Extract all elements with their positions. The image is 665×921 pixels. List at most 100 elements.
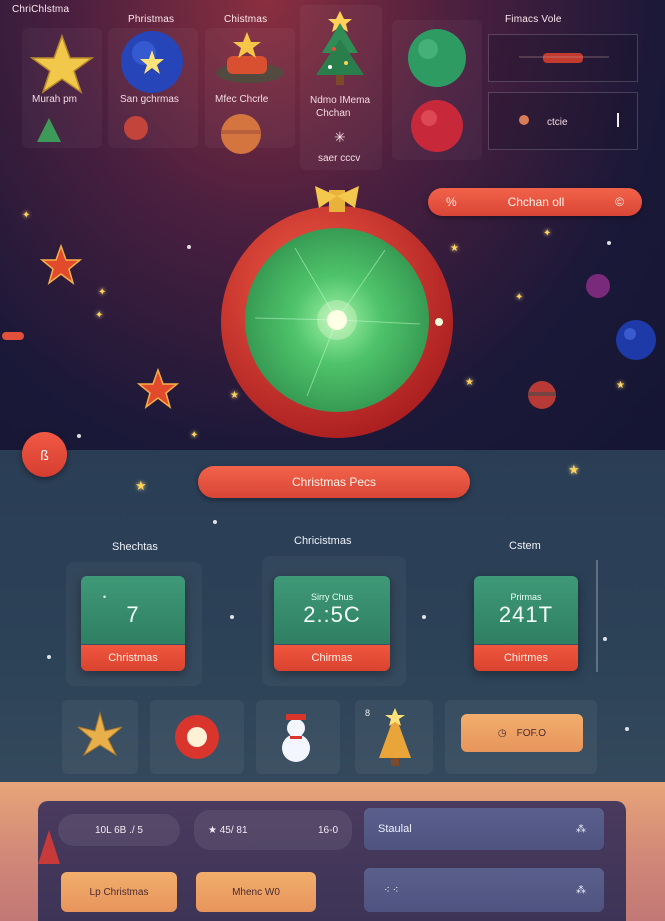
tile-tree-caption: saer cccv — [318, 153, 361, 164]
clock-icon: ◷ — [497, 727, 507, 739]
card-value: 2.:5C — [303, 602, 361, 627]
tab-phristmas[interactable]: Phristmas — [128, 14, 174, 25]
snow-dot — [607, 241, 611, 245]
divider — [617, 113, 619, 127]
snow-dot — [77, 434, 81, 438]
slot-action: ◷ FOF.O — [445, 700, 597, 774]
sleigh-icon — [216, 32, 284, 83]
section-left-title: Shechtas — [112, 541, 158, 553]
card-label: Chirtmes — [474, 645, 578, 671]
snow-dot — [625, 727, 629, 731]
tab-chistmas[interactable]: Chistmas — [224, 14, 267, 25]
rocket-icon — [2, 332, 24, 340]
card-value: 7 — [126, 602, 140, 627]
star-icon: ★ — [568, 462, 580, 477]
tile-sleigh-label: Mfec Chcrle — [215, 94, 269, 105]
christmas-button[interactable]: Lp Christmas — [61, 872, 177, 912]
slot-snowman[interactable] — [256, 700, 340, 774]
secondary-field[interactable]: ⁖ ⁖ ⁂ — [364, 868, 604, 912]
tile-planet[interactable]: San gchrmas — [108, 28, 198, 148]
sparkle-icon: ⁂ — [576, 884, 586, 896]
header-left-label: ChriChlstma — [12, 4, 70, 15]
card-small-text: Prirmas — [510, 592, 542, 602]
main-ornament[interactable] — [215, 168, 460, 448]
star-icon: ★ — [135, 478, 147, 493]
card-label: Christmas — [81, 645, 185, 671]
snow-dot — [603, 637, 607, 641]
red-ornament-icon — [528, 381, 556, 409]
stats-pill-1[interactable]: 10L 6B ./ 5 — [58, 814, 180, 846]
blue-ornament-icon — [616, 320, 656, 360]
star-icon: ✦ — [515, 292, 524, 303]
gold-snowflake-icon — [77, 711, 123, 757]
sparkle-icon: ⁂ — [576, 823, 586, 835]
status-field[interactable]: Staulal ⁂ — [364, 808, 604, 850]
slot-ornament[interactable] — [150, 700, 244, 774]
slot-tree[interactable]: 8 — [355, 700, 433, 774]
menu-circle-button[interactable]: ß — [22, 432, 67, 477]
stats-pill-2[interactable]: ★ 45/ 81 16-0 — [194, 810, 352, 850]
menu-glyph: ß — [40, 446, 49, 463]
snow-dot — [422, 615, 426, 619]
star-icon: ✦ — [543, 228, 552, 239]
fofo-button-label: FOF.O — [516, 727, 547, 739]
red-star-icon — [40, 244, 82, 285]
score-card-left[interactable]: • 7 Christmas — [81, 576, 185, 671]
right-panel-top — [488, 34, 638, 82]
ornament-balls-icon — [408, 29, 466, 152]
stats-pill-2-extra: 16-0 — [317, 824, 338, 836]
card-label: Chirmas — [274, 645, 390, 671]
christmas-pecs-button[interactable]: Christmas Pecs — [198, 466, 470, 498]
blue-planet-icon — [121, 31, 183, 93]
purple-ornament-icon — [586, 274, 610, 298]
score-card-right[interactable]: Prirmas 241T Chirtmes — [474, 576, 578, 671]
red-star-icon — [137, 368, 179, 409]
right-panel-bottom: ctcie — [488, 92, 638, 150]
star-icon: ★ — [465, 377, 474, 388]
sparkle-icon: ⁖ ⁖ — [384, 884, 399, 896]
section-right-title: Cstem — [509, 540, 541, 552]
card-small-text: • — [103, 592, 107, 602]
chchan-button[interactable]: % Chchan oll © — [428, 188, 642, 216]
gold-star-icon — [29, 33, 95, 94]
tile-sleigh[interactable]: Mfec Chcrle — [205, 28, 295, 154]
section-center-title: Chricistmas — [294, 535, 352, 547]
star-icon: ✦ — [190, 430, 199, 441]
right-panel-value: ctcie — [547, 117, 568, 128]
red-ball-icon — [175, 715, 219, 759]
card-value: 241T — [498, 602, 554, 627]
status-field-label: Staulal — [378, 823, 412, 835]
vertical-divider — [596, 560, 598, 672]
tile-star[interactable]: Murah pm — [22, 28, 102, 148]
header-right-label: Fimacs Vole — [505, 14, 562, 25]
stats-pill-2-text: ★ 45/ 81 — [208, 824, 248, 836]
slot-tree-label: 8 — [365, 708, 371, 718]
snow-dot — [213, 520, 217, 524]
tree-icon — [37, 118, 61, 142]
tile-tree[interactable]: Ndmo IMema Chchan ✳ saer cccv — [300, 5, 382, 170]
star-icon: ★ — [616, 380, 625, 391]
tile-tree-sub: Chchan — [316, 108, 351, 119]
tile-ornaments[interactable] — [392, 20, 482, 160]
ornament-icon — [519, 115, 529, 125]
christmas-tree-icon — [316, 11, 364, 85]
tile-tree-label: Ndmo IMema — [310, 95, 371, 106]
star-icon: ✦ — [22, 210, 31, 221]
snow-dot — [47, 655, 51, 659]
snowman-icon — [282, 714, 310, 762]
chchan-button-label: Chchan oll — [507, 195, 565, 209]
mhenc-button[interactable]: Mhenc W0 — [196, 872, 316, 912]
slot-snowflake[interactable] — [62, 700, 138, 774]
score-card-center[interactable]: Sirry Chus 2.:5C Chirmas — [274, 576, 390, 671]
star-icon: ✦ — [98, 287, 107, 298]
snow-dot — [187, 245, 191, 249]
orange-planet-icon — [221, 114, 261, 154]
fofo-button[interactable]: ◷ FOF.O — [461, 714, 583, 752]
snow-dot — [230, 615, 234, 619]
card-small-text: Sirry Chus — [310, 592, 353, 602]
snowflake-icon: ✳ — [334, 129, 346, 145]
christmas-pecs-label: Christmas Pecs — [291, 475, 377, 489]
red-ornament-icon — [124, 116, 148, 140]
star-icon: ✦ — [95, 310, 104, 321]
tile-star-label: Murah pm — [32, 94, 78, 105]
